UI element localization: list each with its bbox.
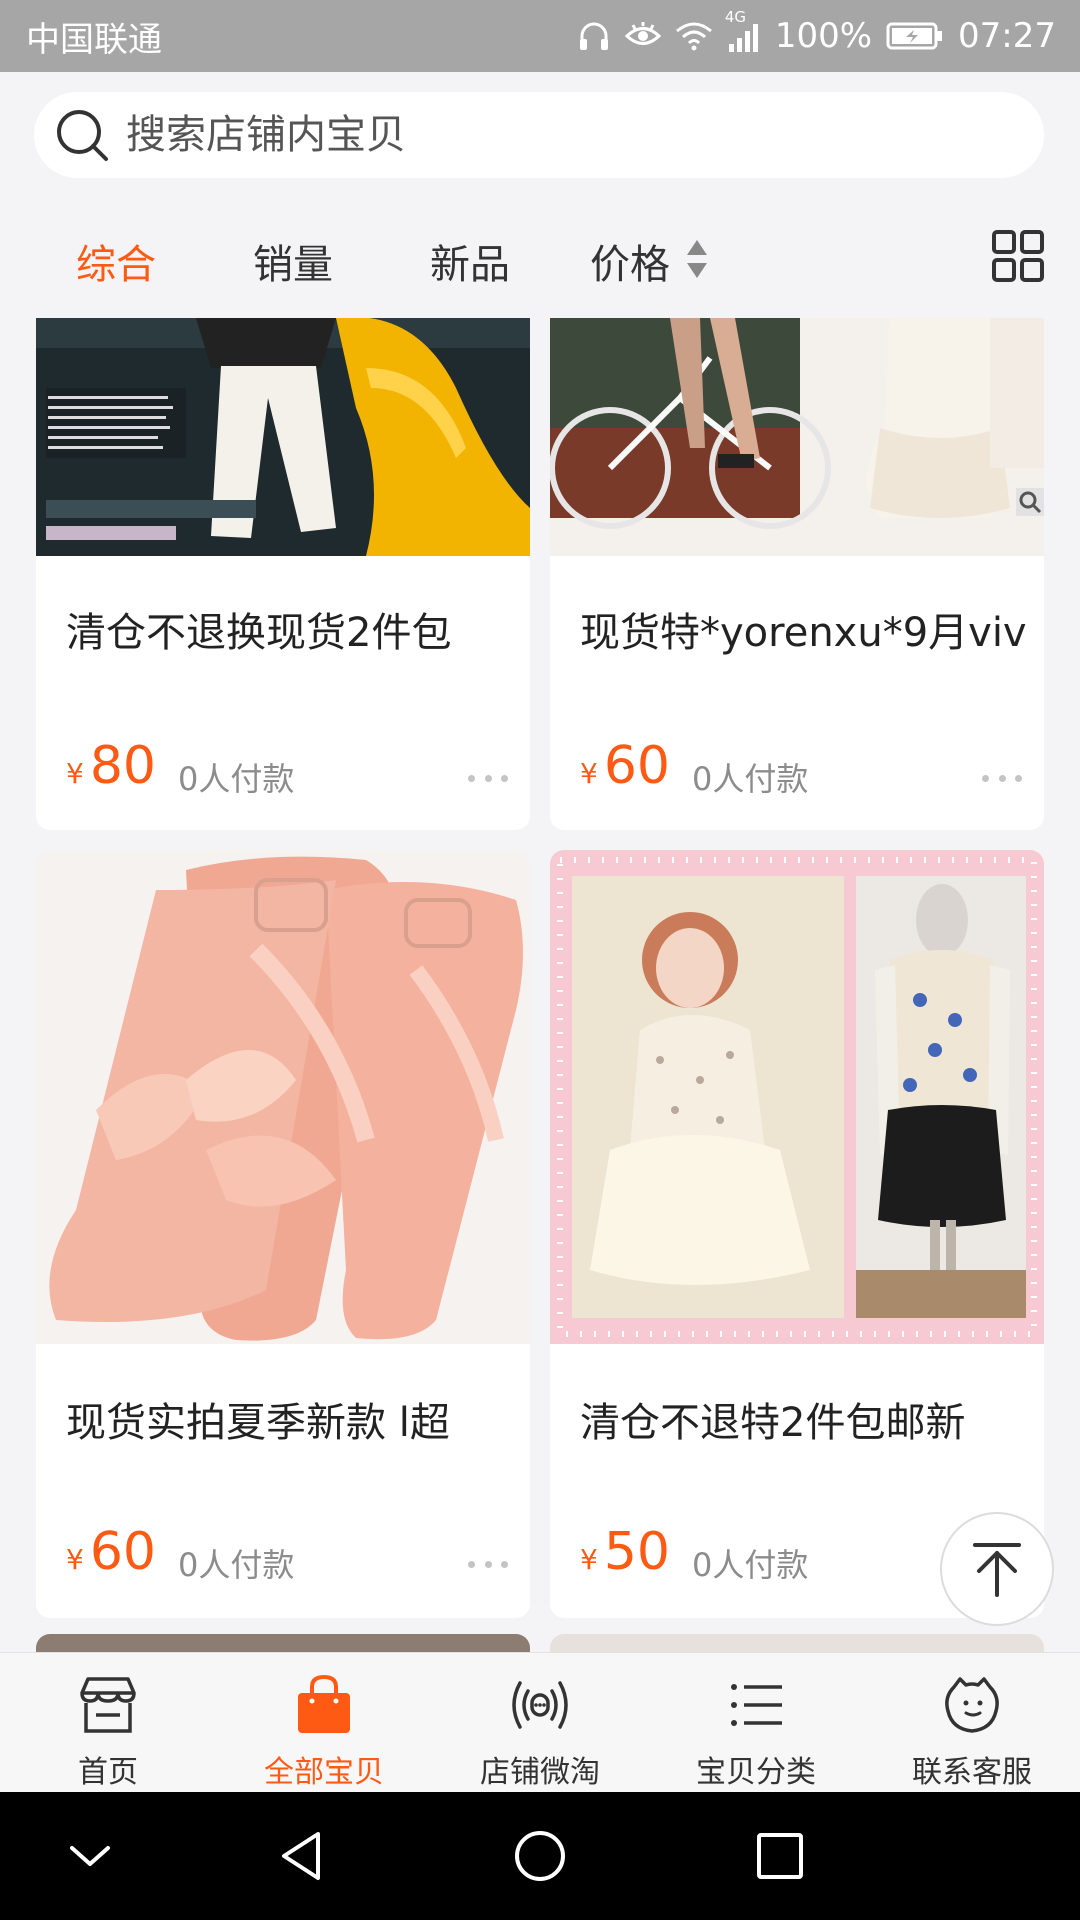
list-icon: [731, 1684, 782, 1726]
sort-tab-overall[interactable]: 综合: [76, 232, 156, 290]
tab-label: 全部宝贝: [264, 1755, 384, 1790]
tab-all-products[interactable]: 全部宝贝: [216, 1653, 432, 1793]
back-to-top-button[interactable]: [940, 1512, 1054, 1626]
home-icon[interactable]: [510, 1826, 570, 1886]
tab-label: 首页: [78, 1755, 138, 1790]
network-type-label: 4G: [724, 8, 746, 26]
grid-view-icon[interactable]: [992, 230, 1044, 282]
sales-count: 0人付款: [692, 760, 809, 798]
product-grid: 清仓不退换现货2件包 ¥ 80 0人付款 现货特*yorenxu*9月vivi …: [0, 318, 1080, 1652]
product-image: [550, 850, 1044, 1344]
bottom-tab-bar: 首页 全部宝贝 店铺微淘 宝贝分类 联系客服: [0, 1652, 1080, 1792]
shopping-bag-icon: [298, 1674, 350, 1733]
more-options-icon[interactable]: [982, 772, 1022, 784]
search-input[interactable]: [126, 112, 946, 158]
product-price: ¥ 60: [580, 736, 670, 796]
eye-icon: [624, 21, 661, 51]
sales-count: 0人付款: [692, 1546, 809, 1584]
status-bar: 中国联通 4G 100% 07:27: [0, 0, 1080, 72]
product-title: 现货实拍夏季新款 l超: [66, 1400, 450, 1446]
tab-label: 宝贝分类: [696, 1755, 816, 1790]
tab-categories[interactable]: 宝贝分类: [648, 1653, 864, 1793]
product-price: ¥ 50: [580, 1522, 670, 1582]
product-card[interactable]: 现货实拍夏季新款 l超 ¥ 60 0人付款: [36, 850, 530, 1618]
product-image: [36, 318, 530, 556]
search-area: [0, 72, 1080, 202]
product-title: 现货特*yorenxu*9月vivi: [580, 610, 1030, 656]
broadcast-icon: [512, 1681, 568, 1729]
search-icon: [57, 110, 108, 161]
more-options-icon[interactable]: [468, 1558, 508, 1570]
wifi-icon: [675, 21, 713, 51]
product-price: ¥ 60: [66, 1522, 156, 1582]
sort-tab-new[interactable]: 新品: [430, 232, 510, 290]
product-title: 清仓不退换现货2件包: [66, 610, 452, 656]
chevron-down-icon[interactable]: [60, 1826, 120, 1886]
product-title: 清仓不退特2件包邮新: [580, 1400, 966, 1446]
currency-symbol: ¥: [580, 757, 598, 790]
arrow-up-icon: [973, 1543, 1021, 1597]
sort-tab-price[interactable]: 价格: [590, 232, 670, 290]
product-card[interactable]: 清仓不退特2件包邮新 ¥ 50 0人付款: [550, 850, 1044, 1618]
storefront-icon: [80, 1677, 136, 1733]
battery-icon: [886, 21, 944, 51]
price-value: 60: [603, 736, 670, 796]
product-card[interactable]: 清仓不退换现货2件包 ¥ 80 0人付款: [36, 318, 530, 830]
status-icons: 4G 100% 07:27: [577, 8, 1056, 56]
chat-face-icon: [945, 1677, 999, 1733]
product-card[interactable]: [36, 1634, 530, 1652]
currency-symbol: ¥: [66, 757, 84, 790]
product-image: [36, 850, 530, 1344]
sort-bar: 综合 销量 新品 价格: [0, 202, 1080, 312]
system-navigation-bar: [0, 1792, 1080, 1920]
back-icon[interactable]: [272, 1826, 332, 1886]
product-image: [550, 318, 1044, 556]
sales-count: 0人付款: [178, 1546, 295, 1584]
currency-symbol: ¥: [580, 1543, 598, 1576]
carrier-label: 中国联通: [26, 19, 162, 60]
product-price: ¥ 80: [66, 736, 156, 796]
product-card[interactable]: 现货特*yorenxu*9月vivi ¥ 60 0人付款: [550, 318, 1044, 830]
tab-store-feed[interactable]: 店铺微淘: [432, 1653, 648, 1793]
price-value: 50: [603, 1522, 670, 1582]
price-value: 80: [89, 736, 156, 796]
currency-symbol: ¥: [66, 1543, 84, 1576]
sales-count: 0人付款: [178, 760, 295, 798]
headphones-icon: [577, 19, 611, 53]
product-card[interactable]: [550, 1634, 1044, 1652]
tab-customer-service[interactable]: 联系客服: [864, 1653, 1080, 1793]
sort-arrows-icon: [687, 240, 707, 278]
tab-label: 店铺微淘: [480, 1755, 600, 1790]
search-box[interactable]: [34, 92, 1044, 178]
tab-label: 联系客服: [912, 1755, 1032, 1790]
sort-tab-sales[interactable]: 销量: [253, 232, 333, 290]
signal-icon: 4G: [725, 8, 761, 52]
price-value: 60: [89, 1522, 156, 1582]
recents-icon[interactable]: [750, 1826, 810, 1886]
clock: 07:27: [958, 16, 1056, 56]
battery-percent: 100%: [774, 16, 873, 56]
more-options-icon[interactable]: [468, 772, 508, 784]
tab-home[interactable]: 首页: [0, 1653, 216, 1793]
